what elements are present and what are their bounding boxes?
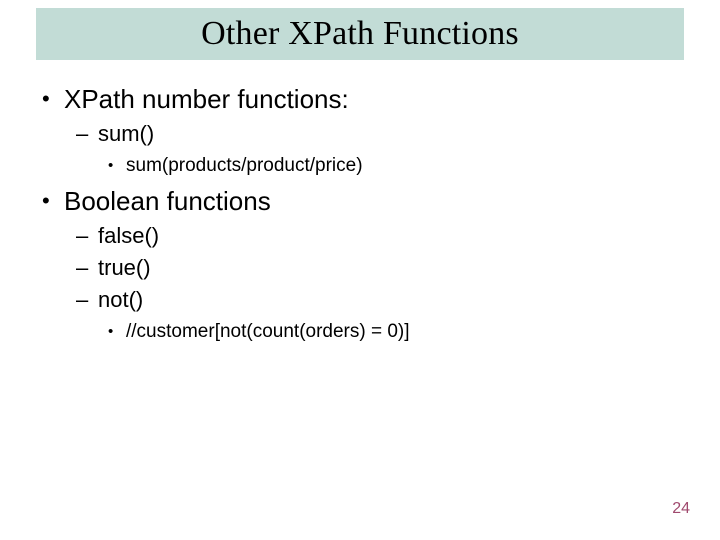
subbullet-true: true() [72, 254, 684, 282]
subbullet-not: not() //customer[not(count(orders) = 0)] [72, 286, 684, 344]
subbullet-text: sum() [98, 121, 154, 146]
detail-text: sum(products/product/price) [126, 155, 363, 176]
slide-title: Other XPath Functions [36, 8, 684, 60]
subbullet-text: not() [98, 287, 143, 312]
slide-content: XPath number functions: sum() sum(produc… [36, 76, 684, 350]
subbullet-sum: sum() sum(products/product/price) [72, 120, 684, 178]
bullet-text: Boolean functions [64, 186, 271, 216]
detail-not-example: //customer[not(count(orders) = 0)] [102, 320, 684, 344]
page-number: 24 [672, 500, 690, 518]
detail-text: //customer[not(count(orders) = 0)] [126, 321, 410, 342]
subbullet-text: true() [98, 255, 151, 280]
slide: Other XPath Functions XPath number funct… [0, 0, 720, 540]
subbullet-false: false() [72, 222, 684, 250]
bullet-text: XPath number functions: [64, 84, 349, 114]
subbullet-text: false() [98, 223, 159, 248]
bullet-number-functions: XPath number functions: sum() sum(produc… [36, 82, 684, 178]
bullet-boolean-functions: Boolean functions false() true() not() /… [36, 184, 684, 344]
title-band: Other XPath Functions [36, 8, 684, 60]
detail-sum-example: sum(products/product/price) [102, 154, 684, 178]
